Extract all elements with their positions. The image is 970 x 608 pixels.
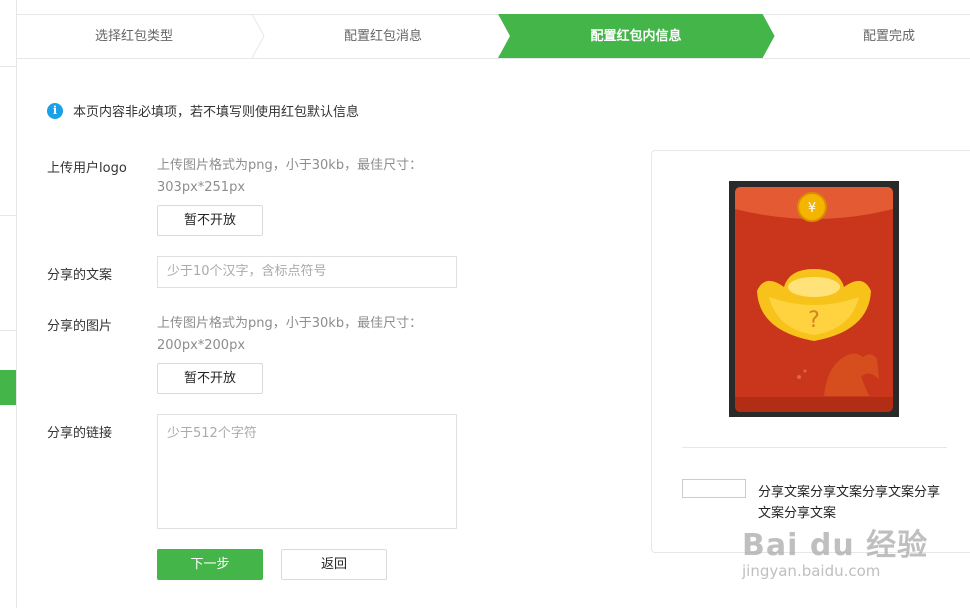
notice-text: 本页内容非必填项，若不填写则使用红包默认信息 [73, 105, 360, 120]
next-button[interactable]: 下一步 [157, 549, 263, 580]
share-image-hint: 上传图片格式为png，小于30kb，最佳尺寸：200px*200px [157, 316, 423, 353]
watermark-logo: Bai du 经验 [742, 528, 929, 563]
back-button[interactable]: 返回 [281, 549, 387, 580]
svg-text:?: ? [808, 308, 820, 333]
step-3-active: 配置红包内信息 [590, 29, 682, 44]
left-sidebar [0, 0, 17, 608]
share-text-input[interactable]: 少于10个汉字，含标点符号 [157, 256, 457, 288]
share-link-textarea[interactable]: 少于512个字符 [157, 414, 457, 529]
notice-bar: i 本页内容非必填项，若不填写则使用红包默认信息 [47, 101, 359, 120]
watermark-url: jingyan.baidu.com [742, 562, 881, 580]
share-text-label: 分享的文案 [47, 268, 113, 283]
preview-share-text: 分享文案分享文案分享文案分享文案分享文案 [758, 485, 941, 521]
share-image-upload-button[interactable]: 暂不开放 [157, 363, 263, 394]
sidebar-divider [0, 330, 16, 331]
svg-text:¥: ¥ [808, 201, 816, 216]
sidebar-active-item[interactable] [0, 370, 16, 405]
info-icon: i [47, 102, 63, 119]
sidebar-divider [0, 215, 16, 216]
share-image-label: 分享的图片 [47, 319, 113, 334]
logo-hint: 上传图片格式为png，小于30kb，最佳尺寸：303px*251px [157, 158, 423, 195]
share-image-thumbnail [682, 479, 746, 498]
preview-divider [682, 447, 947, 448]
preview-panel: ¥ ? 分享文案分享文案分享文案分享文案分享文案 [651, 150, 970, 553]
sidebar-divider [0, 66, 16, 67]
share-link-label: 分享的链接 [47, 426, 113, 441]
step-4: 配置完成 [862, 29, 915, 44]
step-1: 选择红包类型 [94, 29, 173, 44]
step-progress-bar: 选择红包类型 配置红包消息 配置红包内信息 配置完成 [16, 14, 970, 59]
step-2: 配置红包消息 [343, 29, 422, 44]
logo-label: 上传用户logo [47, 161, 127, 176]
logo-upload-button[interactable]: 暂不开放 [157, 205, 263, 236]
baidu-watermark: Bai du 经验 jingyan.baidu.com [742, 520, 928, 580]
red-envelope-image: ¥ ? [729, 181, 899, 417]
